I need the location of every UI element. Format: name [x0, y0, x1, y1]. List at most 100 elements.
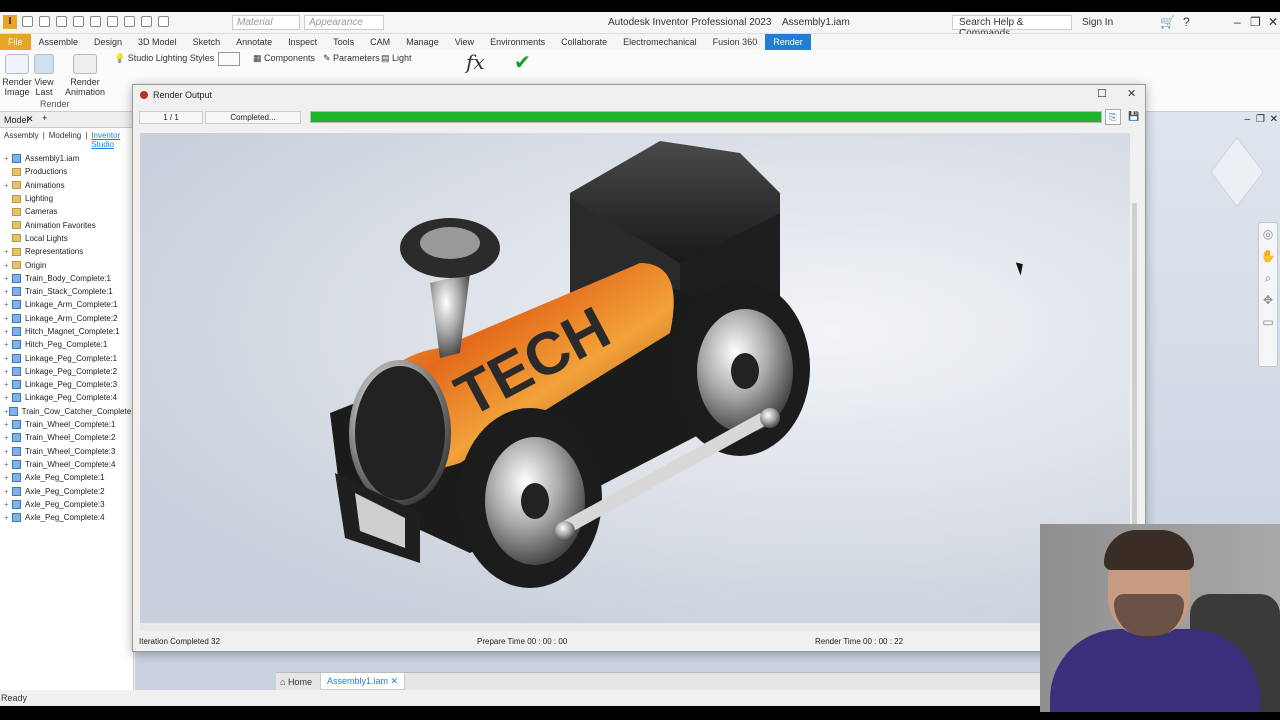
film-strip-icon[interactable]	[218, 52, 240, 66]
expand-icon[interactable]: +	[4, 300, 12, 309]
browser-item[interactable]: + Linkage_Arm_Complete:1	[0, 298, 133, 311]
browser-item[interactable]: Local Lights	[0, 232, 133, 245]
cart-icon[interactable]: 🛒	[1160, 15, 1175, 29]
viewport-restore-icon[interactable]: ❐	[1256, 114, 1265, 125]
dialog-close-icon[interactable]: ✕	[1127, 87, 1136, 100]
pan-icon[interactable]: ✋	[1259, 245, 1277, 267]
browser-item[interactable]: Cameras	[0, 205, 133, 218]
browser-item[interactable]: + Origin	[0, 258, 133, 271]
close-browser-icon[interactable]: ✕	[26, 114, 34, 125]
browser-item[interactable]: + Linkage_Peg_Complete:1	[0, 351, 133, 364]
tab-render[interactable]: Render	[765, 34, 811, 50]
expand-icon[interactable]: +	[4, 340, 12, 349]
expand-icon[interactable]: +	[4, 314, 12, 323]
browser-item[interactable]: + Hitch_Magnet_Complete:1	[0, 325, 133, 338]
copy-image-button[interactable]: ⎘	[1105, 109, 1121, 125]
appearance-select[interactable]: Appearance	[304, 15, 384, 30]
material-select[interactable]: Material	[232, 15, 300, 30]
measure-icon[interactable]	[158, 16, 169, 27]
tab-design[interactable]: Design	[86, 34, 130, 50]
render-hscrollbar[interactable]	[140, 623, 1130, 631]
browser-item[interactable]: Lighting	[0, 192, 133, 205]
browser-item[interactable]: + Train_Wheel_Complete:3	[0, 445, 133, 458]
expand-icon[interactable]: +	[4, 447, 12, 456]
tab-tools[interactable]: Tools	[325, 34, 362, 50]
inventor-logo[interactable]: I	[3, 15, 17, 29]
browser-item[interactable]: + Train_Wheel_Complete:1	[0, 418, 133, 431]
expand-icon[interactable]: +	[4, 367, 12, 376]
browser-item[interactable]: + Train_Wheel_Complete:2	[0, 431, 133, 444]
expand-icon[interactable]: +	[4, 433, 12, 442]
sign-in-link[interactable]: Sign In	[1082, 17, 1113, 28]
tab-annotate[interactable]: Annotate	[228, 34, 280, 50]
document-tab[interactable]: Assembly1.iam ✕	[320, 673, 406, 690]
browser-tab-assembly[interactable]: Assembly	[4, 131, 39, 141]
viewport-minimize-icon[interactable]: –	[1244, 114, 1250, 125]
browser-item[interactable]: + Train_Wheel_Complete:4	[0, 458, 133, 471]
browser-item[interactable]: + Train_Stack_Complete:1	[0, 285, 133, 298]
redo-icon[interactable]	[90, 16, 101, 27]
browser-item[interactable]: + Linkage_Peg_Complete:2	[0, 365, 133, 378]
restore-icon[interactable]: ❐	[1250, 15, 1261, 29]
minimize-icon[interactable]: –	[1234, 15, 1241, 29]
expand-icon[interactable]: +	[4, 261, 12, 270]
browser-item[interactable]: + Axle_Peg_Complete:4	[0, 511, 133, 524]
tab-3d-model[interactable]: 3D Model	[130, 34, 185, 50]
browser-item[interactable]: + Axle_Peg_Complete:2	[0, 484, 133, 497]
expand-icon[interactable]: +	[4, 460, 12, 469]
home-icon[interactable]	[107, 16, 118, 27]
tab-electromechanical[interactable]: Electromechanical	[615, 34, 705, 50]
help-icon[interactable]: ?	[1183, 15, 1190, 29]
expand-icon[interactable]: +	[4, 420, 12, 429]
expand-icon[interactable]: +	[4, 487, 12, 496]
browser-item[interactable]: + Linkage_Peg_Complete:4	[0, 391, 133, 404]
expand-icon[interactable]: +	[4, 354, 12, 363]
expand-icon[interactable]: +	[4, 327, 12, 336]
tab-collaborate[interactable]: Collaborate	[553, 34, 615, 50]
tab-fusion-360[interactable]: Fusion 360	[705, 34, 766, 50]
browser-item[interactable]: + Axle_Peg_Complete:1	[0, 471, 133, 484]
studio-lighting-styles-button[interactable]: 💡 Studio Lighting Styles	[114, 53, 214, 64]
components-button[interactable]: ▦ Components	[253, 53, 315, 64]
expand-icon[interactable]: +	[4, 380, 12, 389]
expand-icon[interactable]: +	[4, 247, 12, 256]
browser-item[interactable]: + Animations	[0, 179, 133, 192]
expand-icon[interactable]: +	[4, 181, 12, 190]
viewport-close-icon[interactable]: ✕	[1270, 114, 1278, 125]
browser-item[interactable]: + Representations	[0, 245, 133, 258]
undo-icon[interactable]	[73, 16, 84, 27]
browser-item[interactable]: Productions	[0, 165, 133, 178]
render-vscroll-thumb[interactable]	[1132, 203, 1137, 553]
open-icon[interactable]	[39, 16, 50, 27]
look-at-icon[interactable]: ▭	[1259, 311, 1277, 333]
browser-item[interactable]: + Train_Cow_Catcher_Complete:1	[0, 405, 138, 418]
home-tab[interactable]: ⌂ Home	[280, 677, 312, 687]
expand-icon[interactable]: +	[4, 513, 12, 522]
tab-manage[interactable]: Manage	[398, 34, 447, 50]
orbit-icon[interactable]: ✥	[1259, 289, 1277, 311]
expand-icon[interactable]: +	[4, 287, 12, 296]
expand-icon[interactable]: +	[4, 473, 12, 482]
tab-cam[interactable]: CAM	[362, 34, 398, 50]
browser-item[interactable]: + Axle_Peg_Complete:3	[0, 498, 133, 511]
expand-icon[interactable]: +	[4, 274, 12, 283]
light-button[interactable]: ▤ Light	[381, 53, 412, 64]
zoom-icon[interactable]: ⌕	[1259, 267, 1277, 289]
expand-icon[interactable]: +	[4, 500, 12, 509]
update-icon[interactable]	[141, 16, 152, 27]
render-animation-button[interactable]: Render Animation	[64, 54, 106, 97]
tab-file[interactable]: File	[0, 34, 31, 50]
help-search-input[interactable]: Search Help & Commands...	[952, 15, 1072, 39]
browser-tab-inventor-studio[interactable]: Inventor Studio	[91, 131, 129, 149]
new-icon[interactable]	[22, 16, 33, 27]
expand-icon[interactable]: +	[4, 393, 12, 402]
select-icon[interactable]	[124, 16, 135, 27]
dialog-maximize-icon[interactable]: ☐	[1097, 87, 1107, 100]
browser-item[interactable]: + Linkage_Peg_Complete:3	[0, 378, 133, 391]
browser-item[interactable]: + Linkage_Arm_Complete:2	[0, 312, 133, 325]
finish-check-icon[interactable]: ✔	[514, 50, 531, 75]
tab-view[interactable]: View	[447, 34, 482, 50]
add-browser-icon[interactable]: +	[42, 113, 47, 123]
tab-environments[interactable]: Environments	[482, 34, 553, 50]
browser-item[interactable]: Animation Favorites	[0, 218, 133, 231]
